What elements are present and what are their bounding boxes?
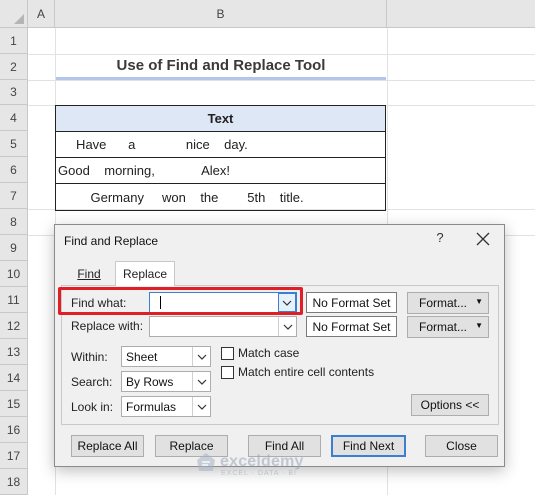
within-select[interactable]: Sheet — [121, 346, 211, 367]
row-header-7[interactable]: 7 — [0, 183, 28, 209]
look-in-label: Look in: — [71, 400, 114, 414]
find-replace-dialog: Find and Replace ? Find Replace Find wha… — [54, 224, 505, 467]
row-header-16[interactable]: 16 — [0, 417, 28, 443]
table-row[interactable]: Have a nice day. — [56, 132, 385, 158]
column-header-next[interactable] — [387, 0, 535, 28]
dropdown-triangle-icon: ▼ — [475, 297, 483, 306]
match-entire-cell-label[interactable]: Match entire cell contents — [238, 365, 374, 379]
match-entire-cell-checkbox[interactable] — [221, 366, 234, 379]
within-value: Sheet — [126, 350, 158, 364]
match-case-checkbox[interactable] — [221, 347, 234, 360]
find-format-status: No Format Set — [306, 292, 397, 313]
row-header-17[interactable]: 17 — [0, 443, 28, 469]
row-header-13[interactable]: 13 — [0, 339, 28, 365]
row-header-2[interactable]: 2 — [0, 54, 28, 80]
replace-with-input[interactable] — [149, 316, 297, 337]
row-gridline — [28, 80, 535, 81]
row-header-18[interactable]: 18 — [0, 469, 28, 495]
table-header-text[interactable]: Text — [56, 106, 385, 132]
exceldemy-logo-icon — [197, 453, 215, 471]
format-button-label: Format... — [418, 296, 467, 310]
dropdown-triangle-icon: ▼ — [475, 321, 483, 330]
dialog-title: Find and Replace — [64, 234, 159, 248]
column-header-b[interactable]: B — [55, 0, 387, 28]
help-button[interactable]: ? — [432, 230, 448, 248]
replace-format-status: No Format Set — [306, 316, 397, 337]
options-button[interactable]: Options << — [411, 394, 489, 416]
look-in-value: Formulas — [126, 400, 177, 414]
row-header-3[interactable]: 3 — [0, 80, 28, 105]
tab-find[interactable]: Find — [64, 263, 114, 285]
row-header-11[interactable]: 11 — [0, 287, 28, 313]
row-header-10[interactable]: 10 — [0, 261, 28, 287]
find-next-button[interactable]: Find Next — [331, 435, 406, 457]
replace-with-label: Replace with: — [71, 319, 144, 333]
close-button[interactable]: Close — [425, 435, 498, 457]
row-header-8[interactable]: 8 — [0, 209, 28, 235]
search-label: Search: — [71, 375, 113, 389]
chevron-down-icon[interactable] — [192, 347, 210, 366]
format-button-label: Format... — [418, 320, 467, 334]
row-header-6[interactable]: 6 — [0, 157, 28, 183]
row-header-12[interactable]: 12 — [0, 313, 28, 339]
watermark-name: exceldemy — [220, 453, 304, 470]
look-in-select[interactable]: Formulas — [121, 396, 211, 417]
sheet-title[interactable]: Use of Find and Replace Tool — [56, 54, 386, 80]
replace-all-button[interactable]: Replace All — [71, 435, 144, 457]
row-header-1[interactable]: 1 — [0, 28, 28, 54]
row-header-14[interactable]: 14 — [0, 365, 28, 391]
match-case-label[interactable]: Match case — [238, 346, 299, 360]
text-table: Text Have a nice day. Good morning, Alex… — [55, 105, 386, 211]
row-header-5[interactable]: 5 — [0, 131, 28, 157]
find-format-button[interactable]: Format... ▼ — [407, 292, 489, 314]
chevron-down-icon[interactable] — [278, 317, 296, 336]
tab-find-label: Find — [77, 267, 101, 281]
replace-format-button[interactable]: Format... ▼ — [407, 316, 489, 338]
tab-replace-label: Replace — [122, 267, 168, 281]
table-row[interactable]: Germany won the 5th title. — [56, 184, 385, 210]
chevron-down-icon[interactable] — [192, 372, 210, 391]
within-label: Within: — [71, 350, 108, 364]
row-header-9[interactable]: 9 — [0, 235, 28, 261]
watermark-tagline: EXCEL · DATA · BI — [221, 470, 297, 477]
close-icon[interactable] — [473, 229, 493, 249]
row-header-4[interactable]: 4 — [0, 105, 28, 131]
row-header-15[interactable]: 15 — [0, 391, 28, 417]
find-what-highlight — [58, 287, 303, 315]
search-select[interactable]: By Rows — [121, 371, 211, 392]
chevron-down-icon[interactable] — [192, 397, 210, 416]
search-value: By Rows — [126, 375, 174, 389]
column-header-a[interactable]: A — [28, 0, 55, 28]
tab-replace[interactable]: Replace — [115, 261, 175, 286]
select-all-corner[interactable] — [0, 0, 28, 28]
table-row[interactable]: Good morning, Alex! — [56, 158, 385, 184]
exceldemy-watermark: exceldemy EXCEL · DATA · BI — [196, 452, 304, 477]
